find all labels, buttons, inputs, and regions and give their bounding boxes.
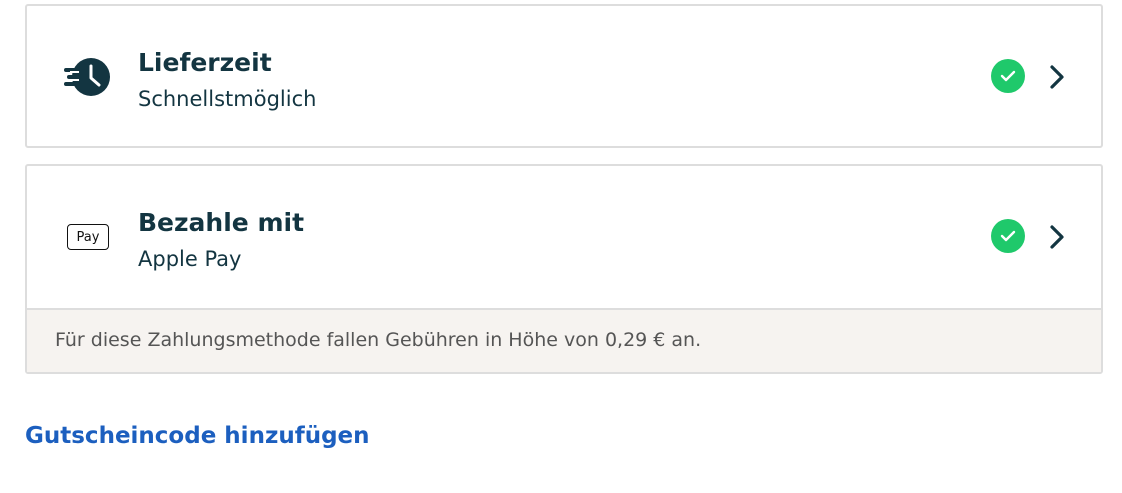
check-circle-icon (991, 219, 1025, 253)
payment-method-value: Apple Pay (138, 247, 242, 271)
payment-method-row[interactable]: Pay Bezahle mit Apple Pay (27, 166, 1101, 306)
delivery-time-value: Schnellstmöglich (138, 87, 317, 111)
delivery-time-row[interactable]: Lieferzeit Schnellstmöglich (27, 6, 1101, 146)
add-voucher-code-link[interactable]: Gutscheincode hinzufügen (25, 423, 370, 449)
apple-pay-badge: Pay (67, 224, 109, 250)
apple-pay-icon: Pay (63, 212, 113, 262)
delivery-time-title: Lieferzeit (138, 48, 272, 77)
clock-fast-icon (63, 52, 113, 102)
check-circle-icon (991, 59, 1025, 93)
chevron-right-icon[interactable] (1045, 62, 1069, 92)
payment-method-card[interactable]: Pay Bezahle mit Apple Pay Für diese Zahl… (25, 164, 1103, 374)
payment-fee-notice: Für diese Zahlungsmethode fallen Gebühre… (27, 308, 1101, 372)
delivery-time-card[interactable]: Lieferzeit Schnellstmöglich (25, 4, 1103, 148)
payment-method-title: Bezahle mit (138, 208, 305, 237)
payment-fee-text: Für diese Zahlungsmethode fallen Gebühre… (55, 329, 702, 351)
chevron-right-icon[interactable] (1045, 222, 1069, 252)
apple-pay-badge-label: Pay (76, 229, 100, 245)
